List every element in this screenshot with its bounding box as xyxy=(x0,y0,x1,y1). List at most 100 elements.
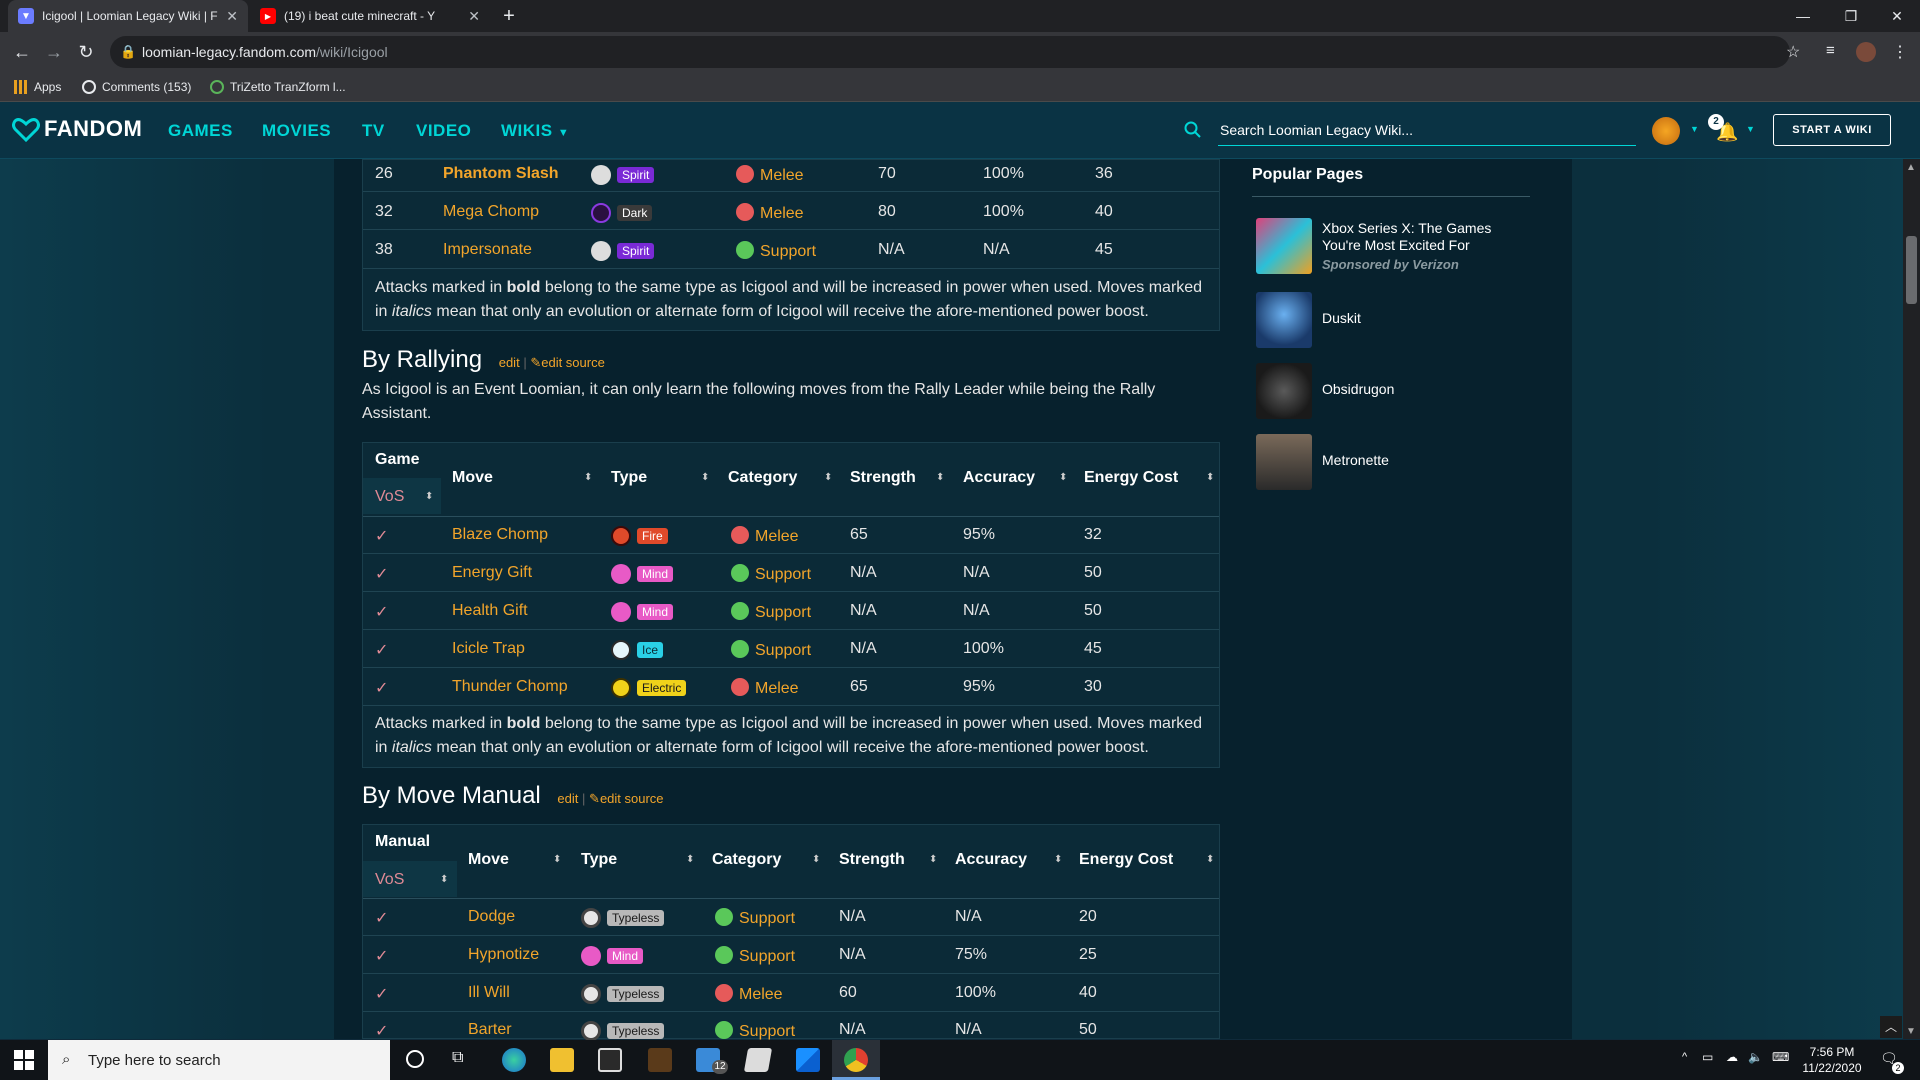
move-link[interactable]: Barter xyxy=(468,1021,512,1039)
volume-icon[interactable]: 🔈 xyxy=(1748,1050,1763,1064)
task-view-icon[interactable]: ⧉ xyxy=(452,1049,463,1067)
file-explorer-icon[interactable] xyxy=(550,1048,574,1072)
col-game-vos[interactable]: VoS xyxy=(375,488,404,506)
fandom-logo[interactable]: FANDOM xyxy=(12,116,142,142)
category-cell[interactable]: Melee xyxy=(715,984,783,1004)
move-link[interactable]: Mega Chomp xyxy=(443,203,539,221)
col-accuracy[interactable]: Accuracy xyxy=(955,851,1027,869)
category-cell[interactable]: Melee xyxy=(731,678,799,698)
category-cell[interactable]: Support xyxy=(731,564,811,584)
bookmark-apps[interactable]: Apps xyxy=(14,80,61,94)
back-button[interactable]: ← xyxy=(10,40,34,64)
nav-games[interactable]: GAMES xyxy=(168,121,233,141)
move-link[interactable]: Energy Gift xyxy=(452,564,532,582)
nav-movies[interactable]: MOVIES xyxy=(262,121,331,141)
popular-item[interactable]: Obsidrugon xyxy=(1256,363,1526,421)
move-link[interactable]: Icicle Trap xyxy=(452,640,525,658)
category-cell[interactable]: Support xyxy=(715,908,795,928)
move-link[interactable]: Phantom Slash xyxy=(443,165,559,183)
col-strength[interactable]: Strength xyxy=(850,469,916,487)
bookmark-comments[interactable]: Comments (153) xyxy=(82,80,191,94)
windows-app-icon[interactable] xyxy=(796,1048,820,1072)
close-window-button[interactable]: ✕ xyxy=(1874,0,1920,32)
close-tab-icon[interactable]: ✕ xyxy=(226,8,238,25)
profile-avatar[interactable] xyxy=(1856,42,1876,62)
new-tab-button[interactable]: + xyxy=(498,5,520,27)
restore-button[interactable]: ❐ xyxy=(1828,0,1874,32)
forward-button[interactable]: → xyxy=(42,40,66,64)
col-move[interactable]: Move xyxy=(452,469,493,487)
close-tab-icon[interactable]: ✕ xyxy=(468,8,480,25)
minimize-button[interactable]: — xyxy=(1780,0,1826,32)
sort-icon[interactable]: ⬍ xyxy=(1206,472,1214,483)
lock-icon[interactable]: 🔒 xyxy=(120,44,136,60)
sort-icon[interactable]: ⬍ xyxy=(929,854,937,865)
move-link[interactable]: Hypnotize xyxy=(468,946,539,964)
category-cell[interactable]: Melee xyxy=(731,526,799,546)
system-clock[interactable]: 7:56 PM 11/22/2020 xyxy=(1800,1044,1864,1076)
col-accuracy[interactable]: Accuracy xyxy=(963,469,1035,487)
edit-link[interactable]: edit xyxy=(499,355,520,370)
sort-icon[interactable]: ⬍ xyxy=(936,472,944,483)
store-icon[interactable] xyxy=(598,1048,622,1072)
sort-icon[interactable]: ⬍ xyxy=(425,491,433,502)
notes-icon[interactable] xyxy=(743,1048,773,1072)
wiki-search-input[interactable] xyxy=(1218,114,1636,146)
sort-icon[interactable]: ⬍ xyxy=(584,472,592,483)
edit-source-link[interactable]: edit source xyxy=(600,791,664,806)
category-cell[interactable]: Support xyxy=(715,946,795,966)
search-icon[interactable] xyxy=(1184,121,1202,144)
move-link[interactable]: Blaze Chomp xyxy=(452,526,548,544)
sort-icon[interactable]: ⬍ xyxy=(824,472,832,483)
move-link[interactable]: Ill Will xyxy=(468,984,510,1002)
chevron-down-icon[interactable]: ▼ xyxy=(1690,124,1699,134)
scroll-up-icon[interactable]: ▲ xyxy=(1906,162,1916,173)
start-a-wiki-button[interactable]: START A WIKI xyxy=(1773,114,1891,146)
media-control-icon[interactable]: ≡ xyxy=(1826,42,1835,59)
chevron-up-icon[interactable]: ^ xyxy=(1682,1051,1687,1063)
popular-item[interactable]: Duskit xyxy=(1256,292,1526,350)
col-energy[interactable]: Energy Cost xyxy=(1084,469,1178,487)
scroll-down-icon[interactable]: ▼ xyxy=(1906,1026,1916,1037)
browser-tab[interactable]: ▶ (19) i beat cute minecraft - Y ✕ xyxy=(250,0,490,32)
sort-icon[interactable]: ⬍ xyxy=(1059,472,1067,483)
chrome-taskbar-button[interactable] xyxy=(832,1040,880,1080)
cortana-icon[interactable] xyxy=(406,1050,424,1068)
onedrive-icon[interactable]: ☁ xyxy=(1726,1050,1738,1064)
kebab-menu-icon[interactable]: ⋮ xyxy=(1892,42,1908,62)
browser-tab-active[interactable]: ▼ Icigool | Loomian Legacy Wiki | F ✕ xyxy=(8,0,248,32)
sort-icon[interactable]: ⬍ xyxy=(686,854,694,865)
col-type[interactable]: Type xyxy=(581,851,617,869)
move-link[interactable]: Dodge xyxy=(468,908,515,926)
popular-item[interactable]: Metronette xyxy=(1256,434,1526,492)
url-text[interactable]: loomian-legacy.fandom.com/wiki/Icigool xyxy=(142,44,388,60)
col-category[interactable]: Category xyxy=(712,851,781,869)
category-cell[interactable]: Support xyxy=(731,602,811,622)
col-category[interactable]: Category xyxy=(728,469,797,487)
network-icon[interactable]: ▭ xyxy=(1702,1050,1713,1064)
col-energy[interactable]: Energy Cost xyxy=(1079,851,1173,869)
sort-icon[interactable]: ⬍ xyxy=(1206,854,1214,865)
user-avatar[interactable] xyxy=(1652,117,1680,145)
scrollbar-thumb[interactable] xyxy=(1906,236,1917,304)
windows-start-icon[interactable] xyxy=(14,1050,34,1075)
col-move[interactable]: Move xyxy=(468,851,509,869)
category-cell[interactable]: Melee xyxy=(736,165,804,185)
taskbar-search-box[interactable]: ⌕ Type here to search xyxy=(48,1040,390,1080)
edge-icon[interactable] xyxy=(502,1048,526,1072)
minecraft-icon[interactable] xyxy=(648,1048,672,1072)
nav-tv[interactable]: TV xyxy=(362,121,385,141)
bookmark-trizetto[interactable]: TriZetto TranZform l... xyxy=(210,80,346,94)
nav-wikis[interactable]: WIKIS ▼ xyxy=(501,121,569,141)
sort-icon[interactable]: ⬍ xyxy=(553,854,561,865)
sort-icon[interactable]: ⬍ xyxy=(812,854,820,865)
nav-video[interactable]: VIDEO xyxy=(416,121,471,141)
reload-button[interactable]: ↻ xyxy=(74,40,98,64)
category-cell[interactable]: Support xyxy=(715,1021,795,1041)
col-manual-vos[interactable]: VoS xyxy=(375,871,404,889)
move-link[interactable]: Thunder Chomp xyxy=(452,678,568,696)
edit-source-link[interactable]: edit source xyxy=(541,355,605,370)
col-strength[interactable]: Strength xyxy=(839,851,905,869)
category-cell[interactable]: Support xyxy=(736,241,816,261)
sort-icon[interactable]: ⬍ xyxy=(440,874,448,885)
